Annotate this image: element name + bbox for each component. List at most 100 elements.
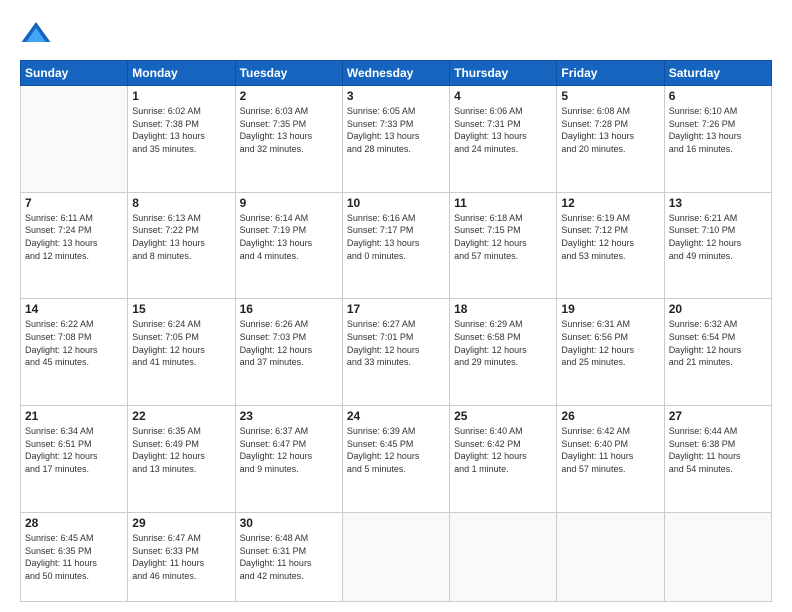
calendar-cell	[557, 512, 664, 601]
day-number: 17	[347, 302, 445, 316]
calendar-cell: 6 Sunrise: 6:10 AM Sunset: 7:26 PM Daylig…	[664, 86, 771, 193]
day-info: Sunrise: 6:45 AM Sunset: 6:35 PM Dayligh…	[25, 532, 123, 582]
logo	[20, 18, 56, 50]
day-info: Sunrise: 6:13 AM Sunset: 7:22 PM Dayligh…	[132, 212, 230, 262]
calendar-cell: 13Sunrise: 6:21 AM Sunset: 7:10 PM Dayli…	[664, 192, 771, 299]
day-info: Sunrise: 6:27 AM Sunset: 7:01 PM Dayligh…	[347, 318, 445, 368]
day-info: Sunrise: 6:37 AM Sunset: 6:47 PM Dayligh…	[240, 425, 338, 475]
calendar-cell: 14 Sunrise: 6:22 AM Sunset: 7:08 PM Dayli…	[21, 299, 128, 406]
day-number: 12	[561, 196, 659, 210]
header	[20, 18, 772, 50]
day-number: 19	[561, 302, 659, 316]
calendar-cell	[342, 512, 449, 601]
calendar-cell: 23 Sunrise: 6:37 AM Sunset: 6:47 PM Dayli…	[235, 406, 342, 513]
day-number: 21	[25, 409, 123, 423]
day-info: Sunrise: 6:19 AM Sunset: 7:12 PM Dayligh…	[561, 212, 659, 262]
calendar-cell: 26 Sunrise: 6:42 AM Sunset: 6:40 PM Dayli…	[557, 406, 664, 513]
calendar-cell: 19 Sunrise: 6:31 AM Sunset: 6:56 PM Dayli…	[557, 299, 664, 406]
day-number: 3	[347, 89, 445, 103]
day-info: Sunrise: 6:31 AM Sunset: 6:56 PM Dayligh…	[561, 318, 659, 368]
day-number: 5	[561, 89, 659, 103]
calendar-cell: 4Sunrise: 6:06 AM Sunset: 7:31 PM Daylig…	[450, 86, 557, 193]
day-number: 11	[454, 196, 552, 210]
calendar-header-row: SundayMondayTuesdayWednesdayThursdayFrid…	[21, 61, 772, 86]
calendar-cell: 11 Sunrise: 6:18 AM Sunset: 7:15 PM Dayli…	[450, 192, 557, 299]
day-info: Sunrise: 6:08 AM Sunset: 7:28 PM Dayligh…	[561, 105, 659, 155]
day-number: 6	[669, 89, 767, 103]
calendar-cell: 5 Sunrise: 6:08 AM Sunset: 7:28 PM Daylig…	[557, 86, 664, 193]
day-number: 14	[25, 302, 123, 316]
day-number: 27	[669, 409, 767, 423]
page: SundayMondayTuesdayWednesdayThursdayFrid…	[0, 0, 792, 612]
day-info: Sunrise: 6:29 AM Sunset: 6:58 PM Dayligh…	[454, 318, 552, 368]
day-info: Sunrise: 6:44 AM Sunset: 6:38 PM Dayligh…	[669, 425, 767, 475]
calendar-cell	[21, 86, 128, 193]
calendar-cell: 20 Sunrise: 6:32 AM Sunset: 6:54 PM Dayli…	[664, 299, 771, 406]
day-number: 7	[25, 196, 123, 210]
calendar-cell	[450, 512, 557, 601]
day-info: Sunrise: 6:10 AM Sunset: 7:26 PM Dayligh…	[669, 105, 767, 155]
calendar-cell	[664, 512, 771, 601]
day-info: Sunrise: 6:40 AM Sunset: 6:42 PM Dayligh…	[454, 425, 552, 475]
day-header-friday: Friday	[557, 61, 664, 86]
calendar-cell: 16 Sunrise: 6:26 AM Sunset: 7:03 PM Dayli…	[235, 299, 342, 406]
day-number: 22	[132, 409, 230, 423]
calendar-cell: 25 Sunrise: 6:40 AM Sunset: 6:42 PM Dayli…	[450, 406, 557, 513]
day-number: 4	[454, 89, 552, 103]
day-header-sunday: Sunday	[21, 61, 128, 86]
calendar-cell: 22 Sunrise: 6:35 AM Sunset: 6:49 PM Dayli…	[128, 406, 235, 513]
day-info: Sunrise: 6:39 AM Sunset: 6:45 PM Dayligh…	[347, 425, 445, 475]
logo-icon	[20, 18, 52, 50]
day-info: Sunrise: 6:47 AM Sunset: 6:33 PM Dayligh…	[132, 532, 230, 582]
calendar-cell: 7 Sunrise: 6:11 AM Sunset: 7:24 PM Daylig…	[21, 192, 128, 299]
day-number: 26	[561, 409, 659, 423]
day-number: 1	[132, 89, 230, 103]
week-row-4: 21 Sunrise: 6:34 AM Sunset: 6:51 PM Dayli…	[21, 406, 772, 513]
day-info: Sunrise: 6:22 AM Sunset: 7:08 PM Dayligh…	[25, 318, 123, 368]
day-number: 15	[132, 302, 230, 316]
day-info: Sunrise: 6:02 AM Sunset: 7:38 PM Dayligh…	[132, 105, 230, 155]
day-info: Sunrise: 6:05 AM Sunset: 7:33 PM Dayligh…	[347, 105, 445, 155]
week-row-2: 7 Sunrise: 6:11 AM Sunset: 7:24 PM Daylig…	[21, 192, 772, 299]
calendar-cell: 29 Sunrise: 6:47 AM Sunset: 6:33 PM Dayli…	[128, 512, 235, 601]
calendar-cell: 17 Sunrise: 6:27 AM Sunset: 7:01 PM Dayli…	[342, 299, 449, 406]
calendar-cell: 21 Sunrise: 6:34 AM Sunset: 6:51 PM Dayli…	[21, 406, 128, 513]
day-number: 20	[669, 302, 767, 316]
day-header-monday: Monday	[128, 61, 235, 86]
day-info: Sunrise: 6:32 AM Sunset: 6:54 PM Dayligh…	[669, 318, 767, 368]
day-info: Sunrise: 6:35 AM Sunset: 6:49 PM Dayligh…	[132, 425, 230, 475]
day-number: 16	[240, 302, 338, 316]
day-number: 9	[240, 196, 338, 210]
day-number: 2	[240, 89, 338, 103]
day-info: Sunrise: 6:21 AM Sunset: 7:10 PM Dayligh…	[669, 212, 767, 262]
calendar-cell: 30Sunrise: 6:48 AM Sunset: 6:31 PM Dayli…	[235, 512, 342, 601]
day-info: Sunrise: 6:18 AM Sunset: 7:15 PM Dayligh…	[454, 212, 552, 262]
day-info: Sunrise: 6:11 AM Sunset: 7:24 PM Dayligh…	[25, 212, 123, 262]
day-header-wednesday: Wednesday	[342, 61, 449, 86]
calendar-cell: 27 Sunrise: 6:44 AM Sunset: 6:38 PM Dayli…	[664, 406, 771, 513]
calendar-cell: 24Sunrise: 6:39 AM Sunset: 6:45 PM Dayli…	[342, 406, 449, 513]
day-number: 25	[454, 409, 552, 423]
day-info: Sunrise: 6:34 AM Sunset: 6:51 PM Dayligh…	[25, 425, 123, 475]
calendar-cell: 9 Sunrise: 6:14 AM Sunset: 7:19 PM Daylig…	[235, 192, 342, 299]
calendar-cell: 18Sunrise: 6:29 AM Sunset: 6:58 PM Dayli…	[450, 299, 557, 406]
day-number: 23	[240, 409, 338, 423]
day-info: Sunrise: 6:24 AM Sunset: 7:05 PM Dayligh…	[132, 318, 230, 368]
day-info: Sunrise: 6:16 AM Sunset: 7:17 PM Dayligh…	[347, 212, 445, 262]
calendar-cell: 3 Sunrise: 6:05 AM Sunset: 7:33 PM Daylig…	[342, 86, 449, 193]
week-row-1: 1 Sunrise: 6:02 AM Sunset: 7:38 PM Daylig…	[21, 86, 772, 193]
calendar-cell: 1 Sunrise: 6:02 AM Sunset: 7:38 PM Daylig…	[128, 86, 235, 193]
day-number: 8	[132, 196, 230, 210]
day-header-tuesday: Tuesday	[235, 61, 342, 86]
day-header-thursday: Thursday	[450, 61, 557, 86]
week-row-3: 14 Sunrise: 6:22 AM Sunset: 7:08 PM Dayli…	[21, 299, 772, 406]
calendar: SundayMondayTuesdayWednesdayThursdayFrid…	[20, 60, 772, 602]
day-number: 10	[347, 196, 445, 210]
day-number: 28	[25, 516, 123, 530]
day-info: Sunrise: 6:48 AM Sunset: 6:31 PM Dayligh…	[240, 532, 338, 582]
day-info: Sunrise: 6:26 AM Sunset: 7:03 PM Dayligh…	[240, 318, 338, 368]
day-info: Sunrise: 6:42 AM Sunset: 6:40 PM Dayligh…	[561, 425, 659, 475]
day-info: Sunrise: 6:03 AM Sunset: 7:35 PM Dayligh…	[240, 105, 338, 155]
day-number: 29	[132, 516, 230, 530]
day-info: Sunrise: 6:14 AM Sunset: 7:19 PM Dayligh…	[240, 212, 338, 262]
